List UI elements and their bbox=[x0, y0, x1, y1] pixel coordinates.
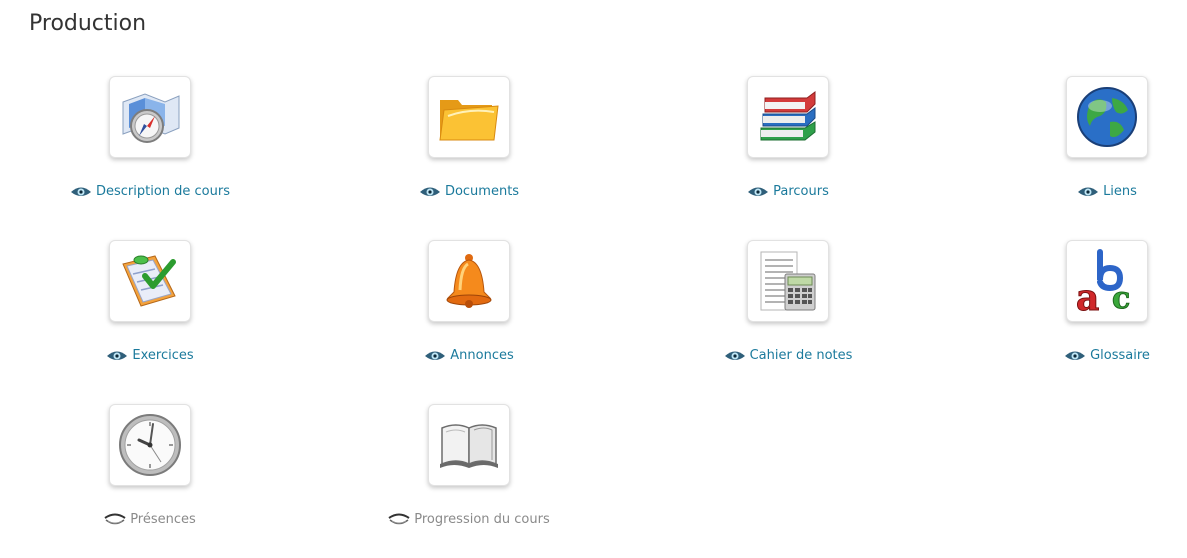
svg-text:c: c bbox=[1112, 281, 1130, 316]
tool-cahier: Cahier de notes bbox=[658, 240, 918, 390]
tool-caption: Présences bbox=[20, 512, 280, 527]
eye-closed-icon[interactable] bbox=[104, 513, 126, 527]
documents-tool-button[interactable] bbox=[428, 76, 510, 158]
exercices-tool-button[interactable] bbox=[109, 240, 191, 322]
tool-liens: Liens bbox=[977, 76, 1187, 226]
tool-parcours: Parcours bbox=[658, 76, 918, 226]
eye-icon[interactable] bbox=[419, 185, 441, 199]
eye-icon[interactable] bbox=[424, 349, 446, 363]
eye-icon[interactable] bbox=[106, 349, 128, 363]
checklist-icon bbox=[122, 255, 176, 307]
calculator-icon bbox=[760, 251, 816, 311]
tool-caption: Exercices bbox=[20, 348, 280, 363]
eye-icon[interactable] bbox=[70, 185, 92, 199]
glossaire-tool-button[interactable]: a c bbox=[1066, 240, 1148, 322]
tool-presences: Présences bbox=[20, 404, 280, 554]
tool-caption: Documents bbox=[339, 184, 599, 199]
progression-tool-button[interactable] bbox=[428, 404, 510, 486]
tool-progression: Progression du cours bbox=[339, 404, 599, 554]
tool-annonces: Annonces bbox=[339, 240, 599, 390]
documents-link[interactable]: Documents bbox=[445, 184, 519, 199]
section-title: Production bbox=[29, 11, 147, 36]
description-link[interactable]: Description de cours bbox=[96, 184, 230, 199]
presences-link[interactable]: Présences bbox=[130, 512, 196, 527]
progression-link[interactable]: Progression du cours bbox=[414, 512, 550, 527]
glossaire-link[interactable]: Glossaire bbox=[1090, 348, 1150, 363]
tool-description: Description de cours bbox=[20, 76, 280, 226]
tool-caption: Description de cours bbox=[20, 184, 280, 199]
tool-caption: Annonces bbox=[339, 348, 599, 363]
tool-caption: Liens bbox=[977, 184, 1187, 199]
books-icon bbox=[760, 91, 816, 141]
annonces-tool-button[interactable] bbox=[428, 240, 510, 322]
folder-icon bbox=[439, 100, 499, 141]
tool-caption: Glossaire bbox=[977, 348, 1187, 363]
globe-icon bbox=[1077, 87, 1137, 147]
cahier-link[interactable]: Cahier de notes bbox=[750, 348, 853, 363]
eye-icon[interactable] bbox=[1077, 185, 1099, 199]
tool-glossaire: a c Glossaire bbox=[977, 240, 1187, 390]
annonces-link[interactable]: Annonces bbox=[450, 348, 513, 363]
tool-exercices: Exercices bbox=[20, 240, 280, 390]
eye-icon[interactable] bbox=[724, 349, 746, 363]
exercices-link[interactable]: Exercices bbox=[132, 348, 193, 363]
liens-tool-button[interactable] bbox=[1066, 76, 1148, 158]
svg-text:a: a bbox=[1076, 277, 1099, 316]
liens-link[interactable]: Liens bbox=[1103, 184, 1137, 199]
tool-caption: Progression du cours bbox=[339, 512, 599, 527]
open-book-icon bbox=[440, 424, 498, 468]
parcours-tool-button[interactable] bbox=[747, 76, 829, 158]
compass-map-icon bbox=[122, 93, 180, 143]
bell-icon bbox=[446, 254, 492, 308]
parcours-link[interactable]: Parcours bbox=[773, 184, 829, 199]
eye-closed-icon[interactable] bbox=[388, 513, 410, 527]
clock-icon bbox=[119, 414, 181, 476]
abc-icon: a c bbox=[1076, 249, 1131, 316]
tool-caption: Parcours bbox=[658, 184, 918, 199]
eye-icon[interactable] bbox=[1064, 349, 1086, 363]
tool-documents: Documents bbox=[339, 76, 599, 226]
eye-icon[interactable] bbox=[747, 185, 769, 199]
description-tool-button[interactable] bbox=[109, 76, 191, 158]
cahier-tool-button[interactable] bbox=[747, 240, 829, 322]
presences-tool-button[interactable] bbox=[109, 404, 191, 486]
tool-caption: Cahier de notes bbox=[658, 348, 918, 363]
